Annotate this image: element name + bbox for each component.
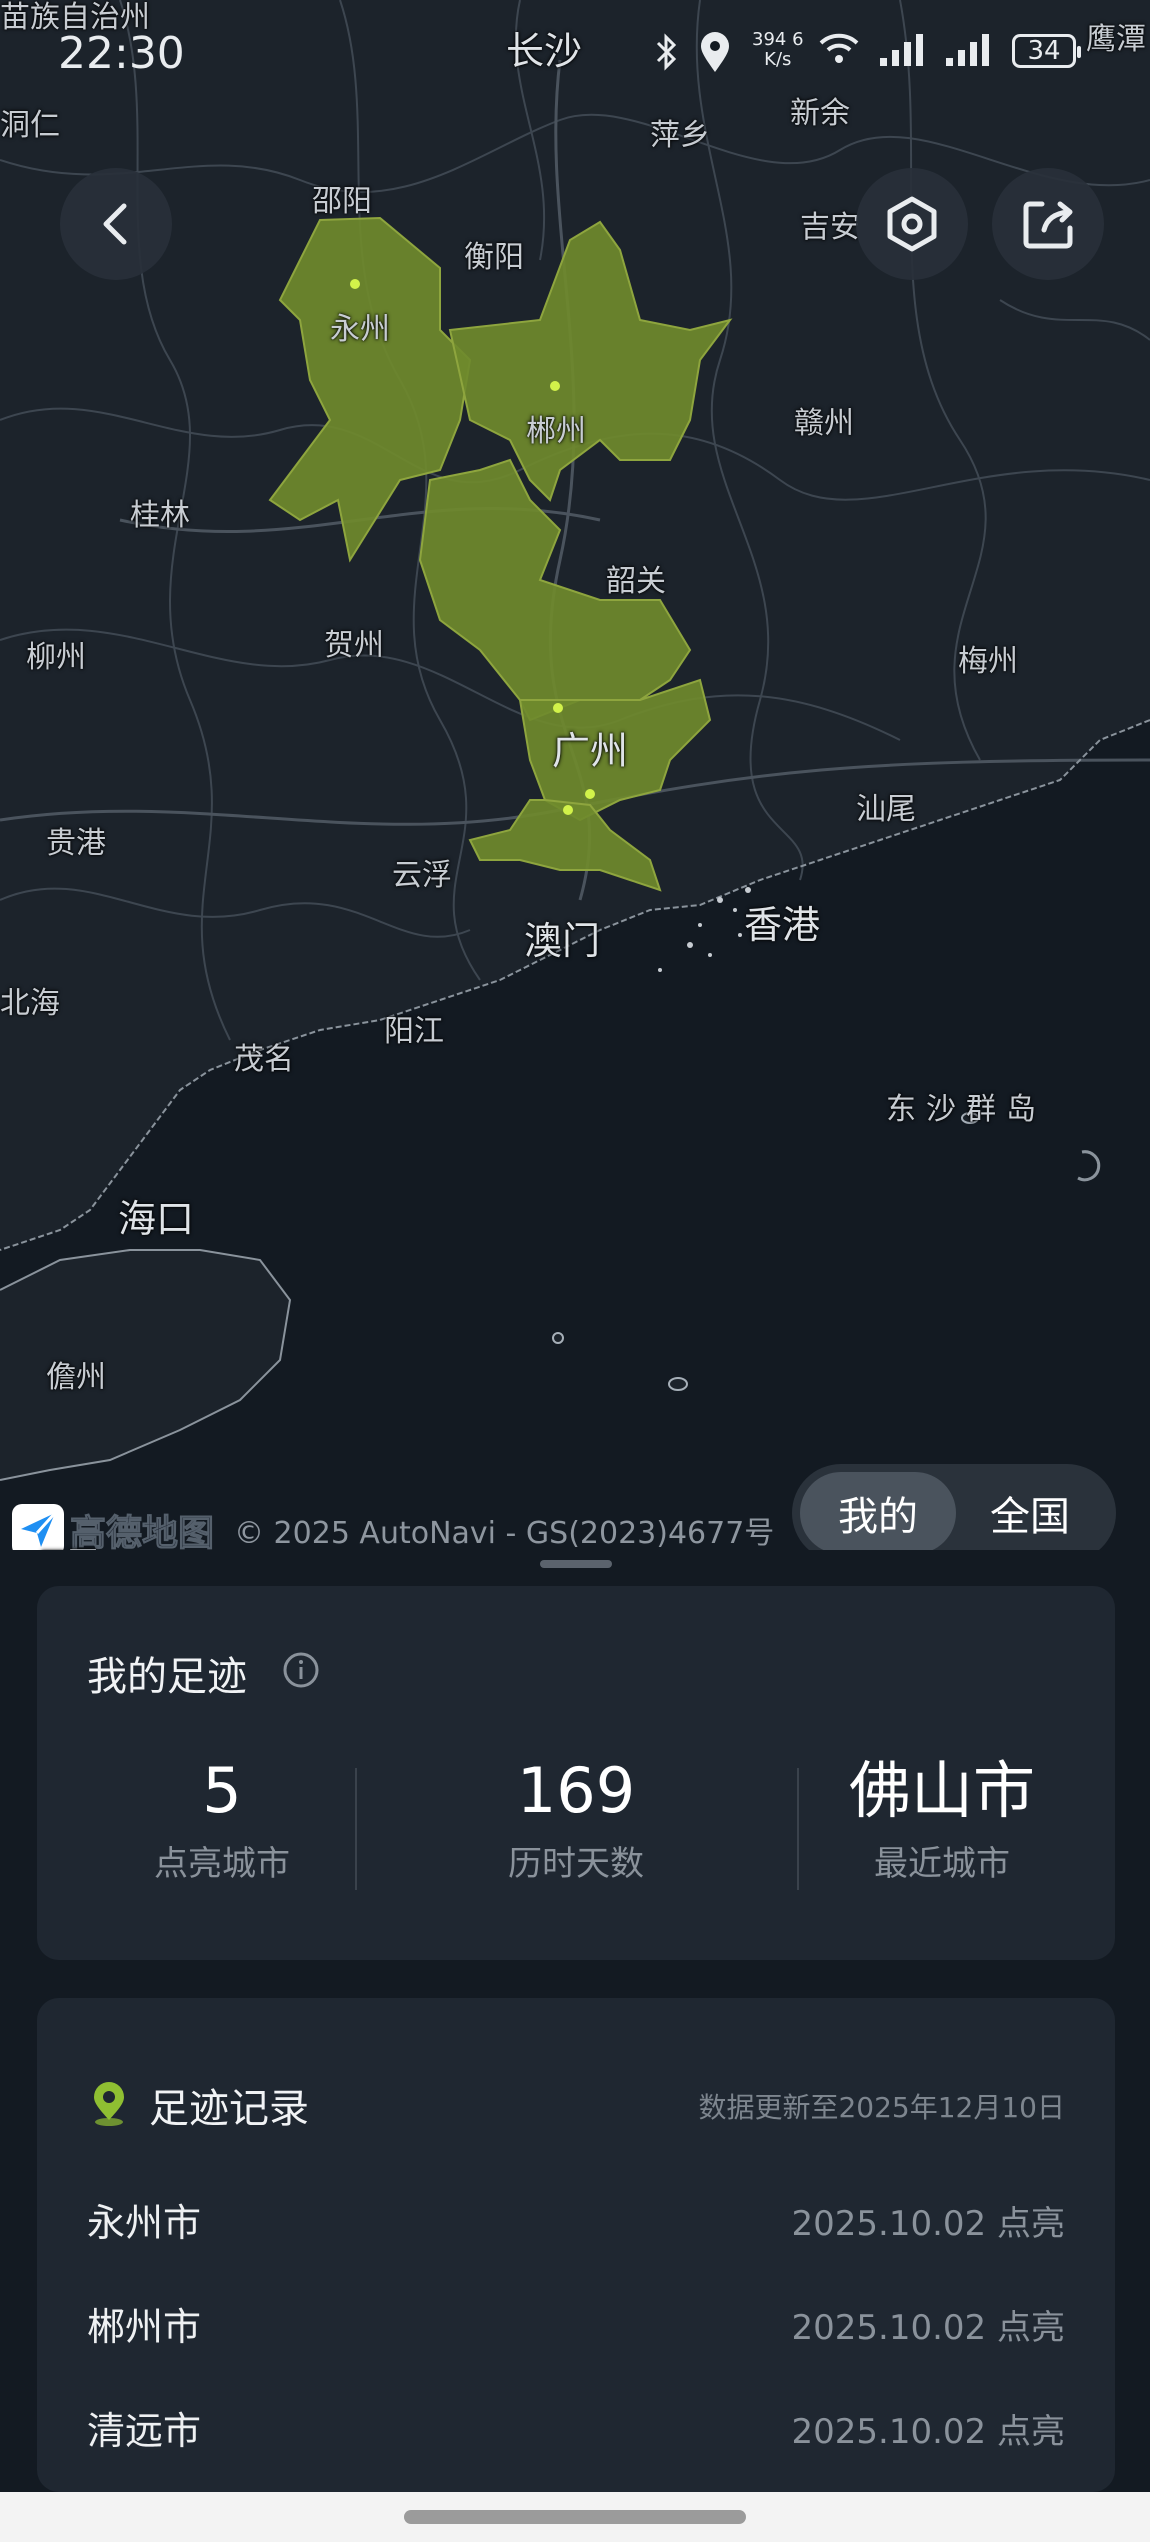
stat-label: 历时天数: [508, 1844, 644, 1884]
map-label: 茂名: [234, 1042, 294, 1077]
stat-latest-city: 佛山市 最近城市: [777, 1756, 1107, 1885]
map-label: 儋州: [46, 1360, 106, 1395]
footprint-map[interactable]: 苗族自治州 长沙 鹰潭 洞仁 萍乡 新余 邵阳 衡阳 吉安 永州 郴州 赣州 桂…: [0, 0, 1150, 1590]
map-label: 洞仁: [0, 108, 60, 143]
chevron-left-icon: [103, 203, 127, 245]
record-row[interactable]: 郴州市 2025.10.02 点亮: [87, 2296, 1065, 2356]
back-button[interactable]: [60, 168, 172, 280]
map-label: 贺州: [324, 628, 384, 663]
location-pin-icon: [94, 2082, 124, 2126]
share-button[interactable]: [992, 168, 1104, 280]
scope-toggle: 我的 全国: [792, 1464, 1116, 1562]
record-date: 2025.10.02 点亮: [791, 2204, 1065, 2244]
map-label: 梅州: [958, 644, 1018, 679]
map-label: 贵港: [46, 826, 106, 861]
map-canvas: [0, 0, 1150, 1481]
map-label: 海口: [118, 1197, 195, 1241]
toggle-mine[interactable]: 我的: [800, 1472, 956, 1554]
signal-icon-2: [944, 32, 996, 77]
record-city: 郴州市: [87, 2305, 202, 2349]
copyright-text: © 2025 AutoNavi - GS(2023)4677号: [234, 1516, 775, 1551]
map-label: 澳门: [524, 919, 601, 963]
map-label: 赣州: [794, 406, 854, 441]
toggle-nationwide[interactable]: 全国: [952, 1472, 1108, 1554]
footprint-summary-card: 我的足迹 5 点亮城市 169 历时天数 佛山市 最近城市: [37, 1586, 1115, 1960]
bottom-sheet: 我的足迹 5 点亮城市 169 历时天数 佛山市 最近城市 足迹记录 数据更新至…: [0, 1550, 1150, 2492]
map-label: 韶关: [606, 564, 666, 599]
signal-icon: [878, 32, 930, 77]
record-city: 永州市: [87, 2201, 202, 2245]
sheet-drag-handle[interactable]: [540, 1560, 612, 1568]
wifi-icon: [818, 32, 860, 75]
status-time: 22:30: [58, 28, 185, 79]
map-label: 汕尾: [856, 792, 916, 827]
record-date: 2025.10.02 点亮: [791, 2308, 1065, 2348]
map-label: 郴州: [526, 414, 586, 449]
map-label: 吉安: [800, 210, 860, 245]
home-indicator[interactable]: [404, 2510, 746, 2524]
map-label: 云浮: [392, 858, 452, 893]
stat-days: 169 历时天数: [411, 1756, 741, 1885]
summary-title: 我的足迹: [87, 1654, 247, 1700]
records-title: 足迹记录: [149, 2086, 309, 2132]
record-date: 2025.10.02 点亮: [791, 2412, 1065, 2452]
battery-level: 34: [1027, 36, 1061, 66]
stat-value: 169: [516, 1754, 636, 1827]
map-label: 柳州: [26, 640, 86, 675]
stat-divider: [355, 1768, 357, 1890]
settings-button[interactable]: [856, 168, 968, 280]
network-speed: 394 6 K/s: [752, 29, 804, 70]
compass-icon: [1077, 1150, 1101, 1182]
stat-lit-cities: 5 点亮城市: [57, 1756, 387, 1885]
map-label: 邵阳: [312, 184, 372, 219]
battery-icon: 34: [1012, 34, 1081, 68]
stat-value: 5: [202, 1754, 242, 1827]
stat-label: 最近城市: [874, 1844, 1010, 1884]
info-icon[interactable]: [281, 1650, 321, 1690]
status-bar: 22:30 394 6 K/s 34: [0, 0, 1150, 100]
system-nav-bar: [0, 2492, 1150, 2542]
hexagon-settings-icon: [887, 196, 937, 252]
record-row[interactable]: 清远市 2025.10.02 点亮: [87, 2400, 1065, 2460]
map-label: 阳江: [384, 1014, 444, 1049]
map-label: 桂林: [130, 498, 190, 533]
bluetooth-icon: [652, 32, 682, 81]
map-label: 广州: [552, 729, 629, 773]
record-row[interactable]: 永州市 2025.10.02 点亮: [87, 2192, 1065, 2252]
map-label: 永州: [330, 312, 390, 347]
footprint-records-card: 足迹记录 数据更新至2025年12月10日 永州市 2025.10.02 点亮 …: [37, 1998, 1115, 2492]
share-icon: [1023, 201, 1073, 249]
records-updated-text: 数据更新至2025年12月10日: [698, 2091, 1065, 2124]
map-label: 东沙群岛: [886, 1092, 1046, 1127]
map-label: 萍乡: [650, 118, 710, 153]
map-label: 香港: [744, 903, 821, 947]
location-icon: [698, 32, 732, 83]
stat-value: 佛山市: [848, 1754, 1035, 1827]
stat-label: 点亮城市: [154, 1844, 290, 1884]
record-city: 清远市: [87, 2409, 202, 2453]
map-label: 北海: [0, 986, 60, 1021]
map-label: 衡阳: [464, 240, 524, 275]
